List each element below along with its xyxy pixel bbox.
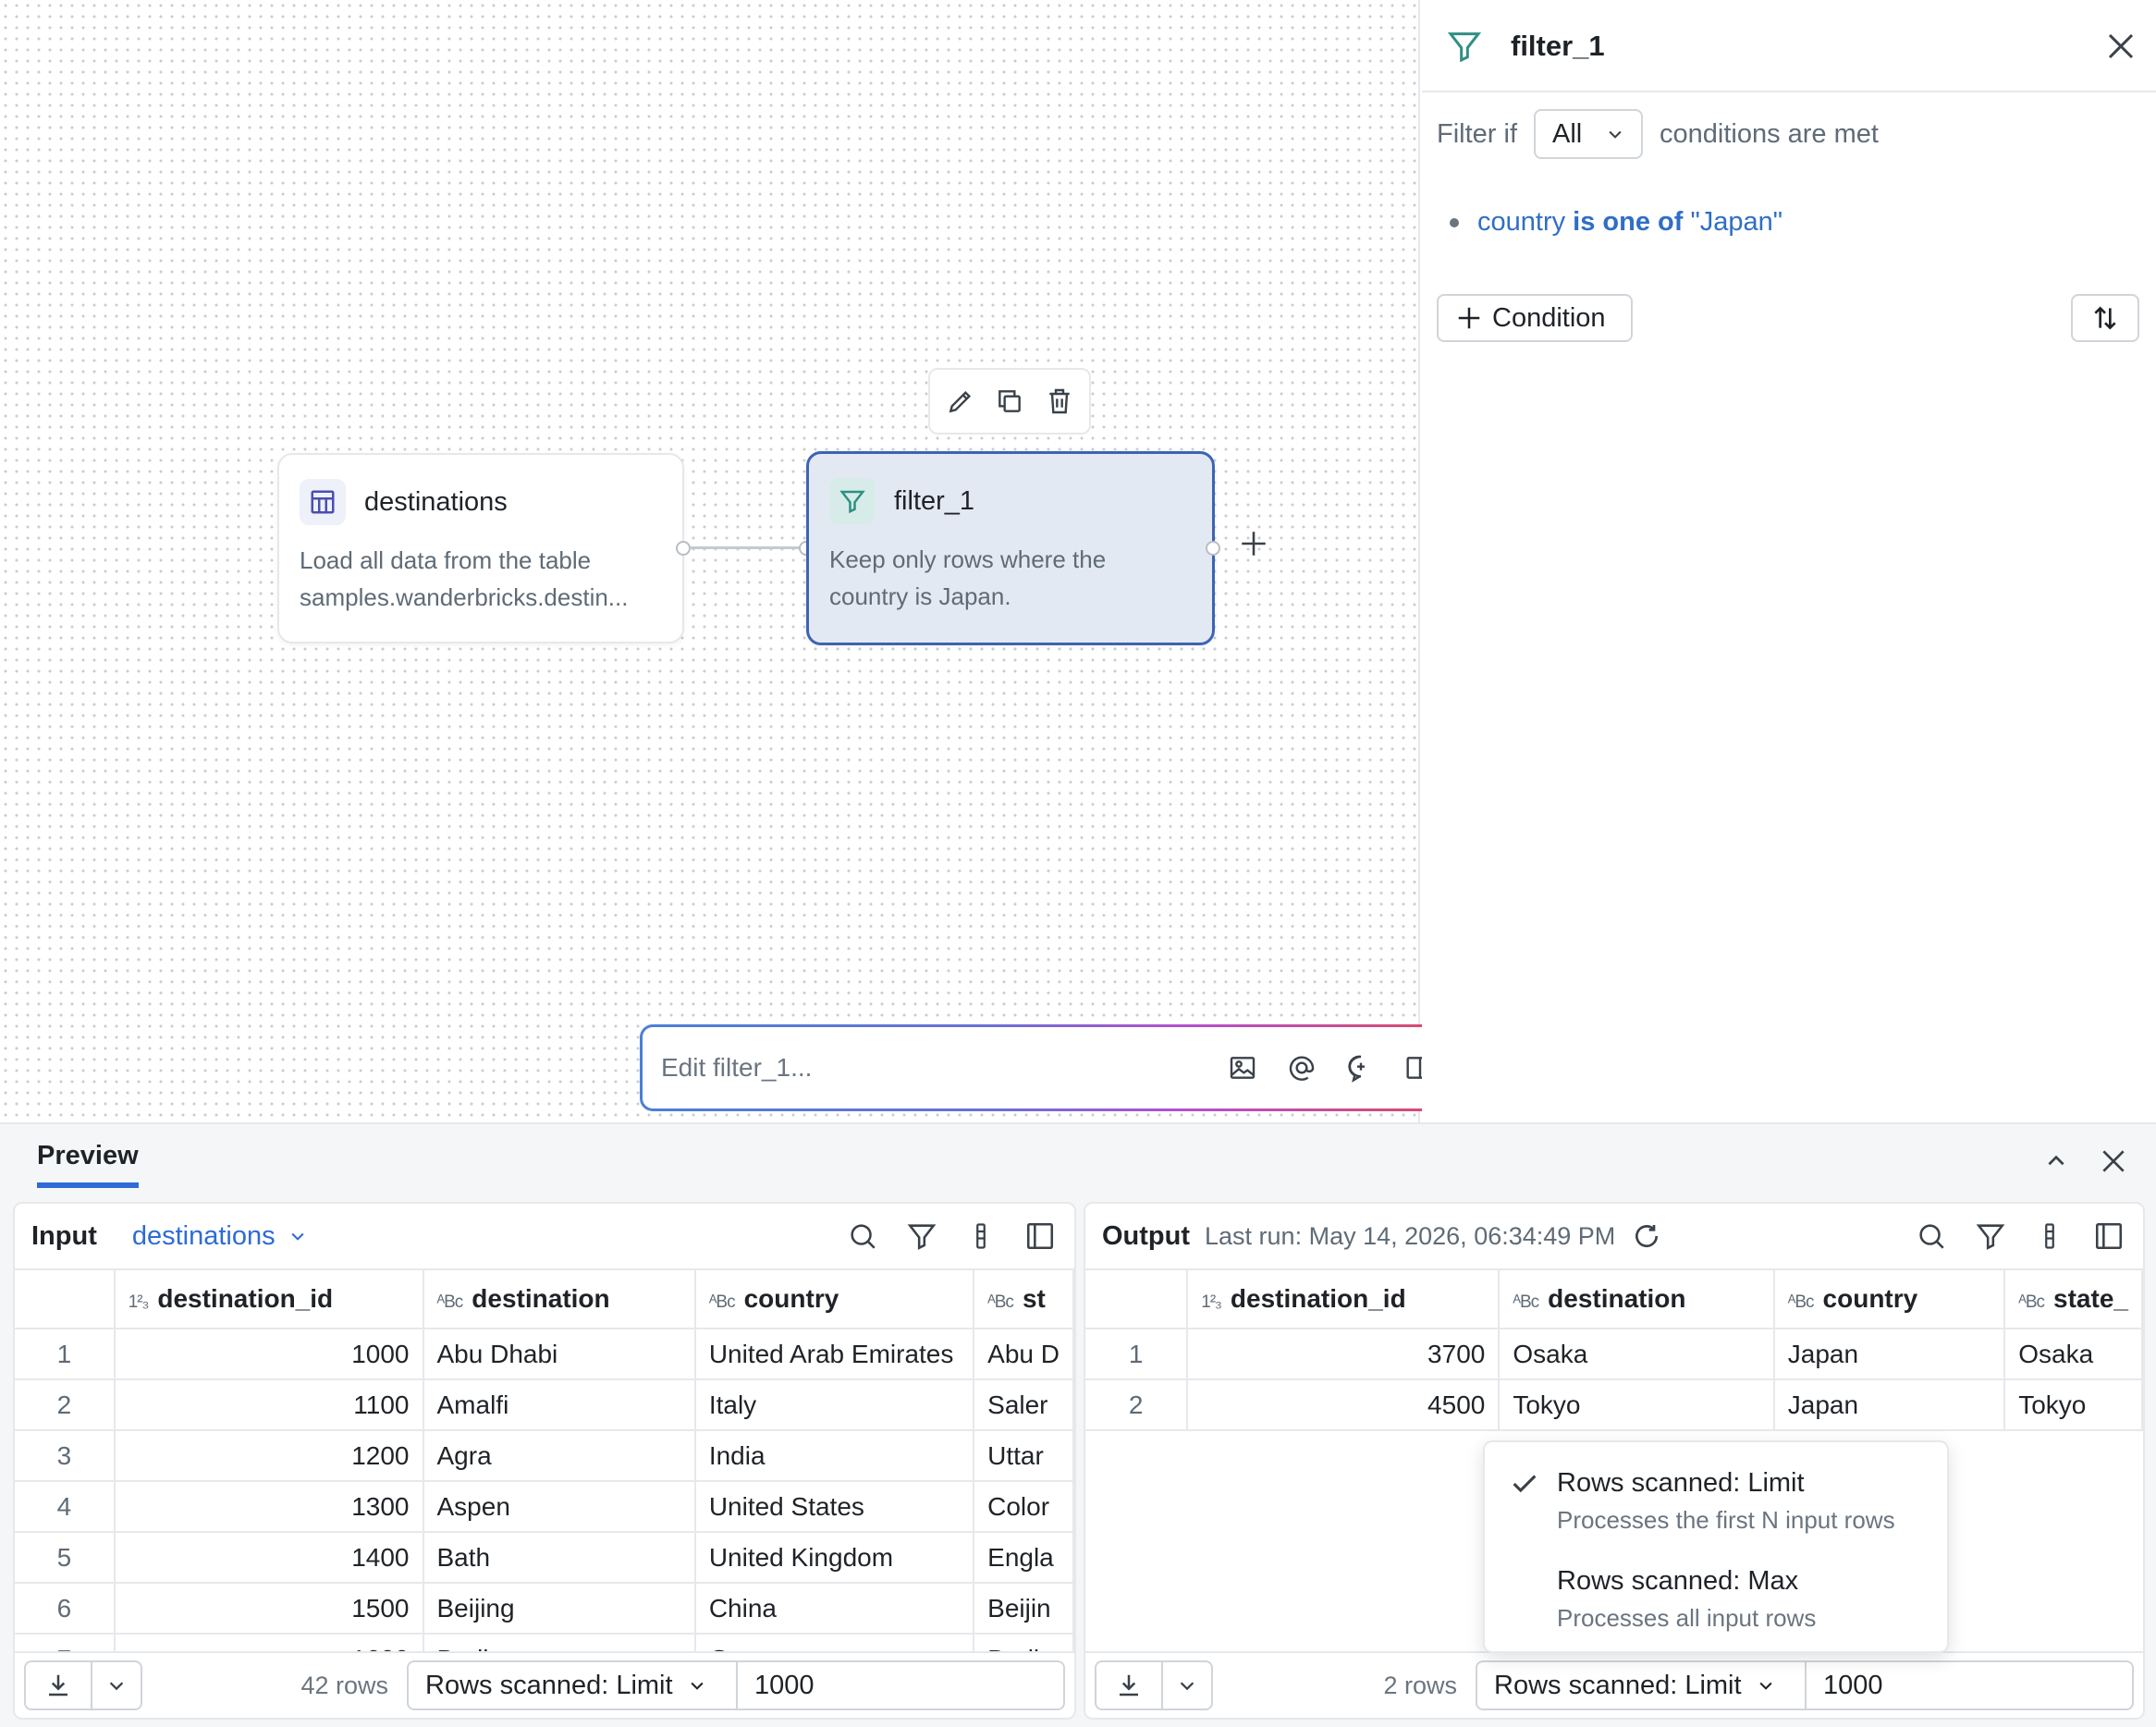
close-icon[interactable] (2093, 1141, 2134, 1182)
filter-icon[interactable] (902, 1217, 941, 1255)
input-dataset-select[interactable]: destinations (132, 1221, 307, 1252)
column-header[interactable]: 1²₃ destination_id (1187, 1268, 1501, 1329)
search-icon[interactable] (1912, 1217, 1951, 1255)
bullet-icon (1450, 217, 1459, 227)
filter-mode-row: Filter if All conditions are met (1437, 109, 1879, 159)
table-row: 6 1500 Beijing China Beijin (15, 1583, 1074, 1635)
node-title: destinations (364, 486, 508, 517)
column-header[interactable]: ᴬBc country (1773, 1268, 2006, 1329)
column-header[interactable]: 1²₃ destination_id (114, 1268, 424, 1329)
sidebar-toggle-icon[interactable] (1021, 1217, 1060, 1255)
node-description: Load all data from the table samples.wan… (300, 546, 629, 611)
output-port[interactable] (676, 541, 691, 556)
edge-connector (690, 546, 804, 549)
filter-icon[interactable] (1971, 1217, 2010, 1255)
edit-prompt-input[interactable]: Edit filter_1... (661, 1053, 1225, 1083)
edit-prompt-box[interactable]: Edit filter_1... (640, 1024, 1518, 1111)
rows-limit-input[interactable]: 1000 (1807, 1660, 2134, 1710)
columns-icon[interactable] (2030, 1217, 2069, 1255)
chevron-down-icon[interactable] (1161, 1662, 1211, 1709)
download-button-group (1095, 1660, 1213, 1710)
chevron-down-icon (1609, 130, 1622, 139)
chat-add-icon[interactable] (1343, 1050, 1378, 1085)
rows-scanned-select[interactable]: Rows scanned: Limit (407, 1660, 738, 1710)
tab-preview[interactable]: Preview (37, 1141, 139, 1188)
pencil-icon[interactable] (941, 382, 980, 421)
rows-scanned-menu: Rows scanned: Limit Processes the first … (1483, 1440, 1949, 1653)
input-pane: Input destinations 1²₃ destination_id ᴬBc… (13, 1202, 1076, 1720)
image-icon[interactable] (1225, 1050, 1260, 1085)
swap-vertical-icon (2094, 306, 2116, 330)
row-count: 2 rows (1383, 1671, 1457, 1699)
plus-icon (1458, 307, 1480, 329)
input-footer: 42 rows Rows scanned: Limit 1000 (15, 1651, 1074, 1718)
table-row: 1 3700 Osaka Japan Osaka (1085, 1329, 2143, 1380)
node-filter-1[interactable]: filter_1 Keep only rows where the countr… (806, 451, 1215, 645)
table-row: 3 1200 Agra India Uttar (15, 1430, 1074, 1482)
chevron-down-icon[interactable] (91, 1662, 141, 1709)
input-label: Input (31, 1220, 97, 1251)
column-header[interactable]: ᴬBc state_ (2004, 1268, 2143, 1329)
condition-item[interactable]: country is one of "Japan" (1450, 207, 1782, 238)
add-node-plus-icon[interactable] (1235, 525, 1272, 562)
panel-header: filter_1 (1422, 0, 2156, 92)
add-condition-button[interactable]: Condition (1437, 294, 1633, 342)
chevron-up-icon[interactable] (2036, 1141, 2076, 1182)
table-row: 4 1300 Aspen United States Color (15, 1481, 1074, 1533)
columns-icon[interactable] (962, 1217, 1000, 1255)
row-count: 42 rows (300, 1671, 388, 1699)
rows-limit-input[interactable]: 1000 (738, 1660, 1065, 1710)
column-header[interactable]: ᴬBc st (974, 1268, 1074, 1329)
download-icon[interactable] (1096, 1662, 1161, 1709)
node-destinations[interactable]: destinations Load all data from the tabl… (277, 453, 684, 643)
output-table: 1²₃ destination_id ᴬBc destination ᴬBc coun… (1085, 1268, 2143, 1431)
table-row: 2 4500 Tokyo Japan Tokyo (1085, 1379, 2143, 1431)
filter-suffix-label: conditions are met (1660, 118, 1879, 149)
output-port[interactable] (1206, 541, 1220, 556)
filter-prefix-label: Filter if (1437, 118, 1517, 149)
output-label: Output (1102, 1220, 1191, 1251)
filter-config-panel: filter_1 Filter if All conditions are me… (1422, 0, 2156, 1122)
table-row: 2 1100 Amalfi Italy Saler (15, 1379, 1074, 1431)
panel-title: filter_1 (1511, 30, 1605, 62)
search-icon[interactable] (843, 1217, 882, 1255)
sidebar-toggle-icon[interactable] (2089, 1217, 2128, 1255)
download-button-group (24, 1660, 142, 1710)
menu-item-max[interactable]: Rows scanned: Max Processes all input ro… (1557, 1566, 1816, 1633)
column-header[interactable]: ᴬBc country (694, 1268, 975, 1329)
chevron-down-icon (291, 1232, 304, 1241)
output-footer: 2 rows Rows scanned: Limit 1000 (1085, 1651, 2143, 1718)
table-row: 5 1400 Bath United Kingdom Engla (15, 1532, 1074, 1584)
pipeline-canvas[interactable]: destinations Load all data from the tabl… (0, 0, 1518, 1122)
menu-item-limit[interactable]: Rows scanned: Limit Processes the first … (1557, 1468, 1895, 1535)
rows-scanned-select[interactable]: Rows scanned: Limit (1476, 1660, 1807, 1710)
filter-icon (829, 478, 876, 524)
last-run-timestamp: Last run: May 14, 2026, 06:34:49 PM (1205, 1221, 1616, 1250)
filter-icon (1446, 28, 1483, 69)
column-header[interactable]: ᴬBc destination (1499, 1268, 1775, 1329)
close-icon[interactable] (2104, 30, 2138, 67)
chevron-down-icon (1758, 1682, 1772, 1690)
match-mode-select[interactable]: All (1534, 109, 1643, 159)
duplicate-icon[interactable] (990, 382, 1029, 421)
node-toolbar (928, 368, 1091, 435)
trash-icon[interactable] (1040, 382, 1079, 421)
check-icon (1509, 1468, 1540, 1504)
download-icon[interactable] (26, 1662, 91, 1709)
input-table: 1²₃ destination_id ᴬBc destination ᴬBc coun… (15, 1268, 1074, 1685)
node-description: Keep only rows where the country is Japa… (829, 545, 1107, 610)
sort-toggle-button[interactable] (2071, 294, 2139, 342)
at-mention-icon[interactable] (1284, 1050, 1319, 1085)
column-header[interactable]: ᴬBc destination (423, 1268, 696, 1329)
table-icon (300, 479, 346, 525)
refresh-icon[interactable] (1632, 1221, 1661, 1251)
chevron-down-icon (690, 1682, 704, 1690)
table-row: 1 1000 Abu Dhabi United Arab Emirates Abu D (15, 1329, 1074, 1380)
node-title: filter_1 (894, 485, 975, 516)
